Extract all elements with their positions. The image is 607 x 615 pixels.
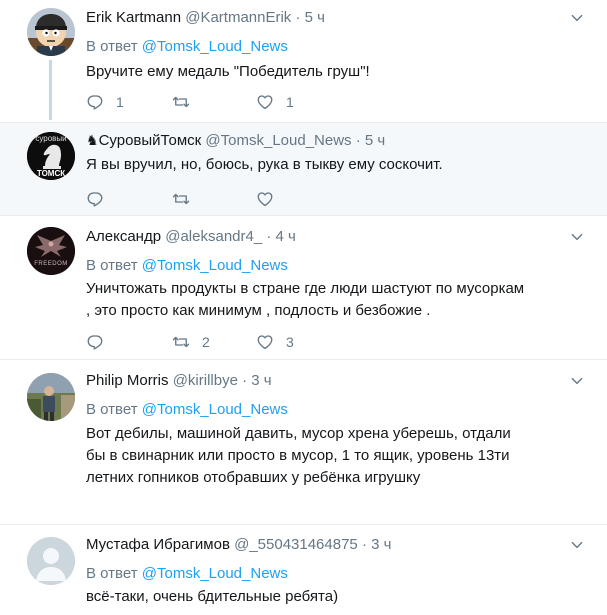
user-name[interactable]: СуровыйТомск (99, 132, 202, 149)
separator-dot: · (361, 536, 367, 553)
reply-prefix: В ответ (86, 257, 138, 274)
user-handle[interactable]: @Tomsk_Loud_News (205, 132, 351, 149)
tweet-text: Вот дебилы, машиной давить, мусор хрена … (86, 423, 586, 489)
chevron-down-icon[interactable] (570, 11, 584, 25)
tweet-text-line: Я вы вручил, но, боюсь, рука в тыкву ему… (86, 156, 443, 173)
tweet-erik-kartmann[interactable]: Erik Kartmann @KartmannErik · 5 ч В отве… (0, 0, 607, 122)
reply-button[interactable]: 1 (86, 92, 124, 112)
chevron-down-icon[interactable] (570, 374, 584, 388)
user-handle[interactable]: @KartmannErik (185, 9, 291, 26)
avatar-aleksandr[interactable]: FREEDOM (27, 227, 75, 275)
reply-mention-link[interactable]: @Tomsk_Loud_News (142, 257, 288, 274)
retweet-icon (172, 190, 190, 208)
reply-prefix: В ответ (86, 401, 138, 418)
retweet-button[interactable] (172, 189, 202, 209)
retweet-button[interactable] (172, 92, 202, 112)
tweet-actions: 1 1 (86, 92, 346, 112)
tweet-text: Я вы вручил, но, боюсь, рука в тыкву ему… (86, 154, 586, 176)
chevron-down-icon[interactable] (570, 538, 584, 552)
retweet-icon (172, 93, 190, 111)
avatar-text-bottom: ТОМСК (36, 169, 66, 178)
like-count: 3 (286, 334, 294, 350)
separator-dot: · (295, 9, 301, 26)
like-icon (256, 333, 274, 351)
user-handle[interactable]: @aleksandr4_ (165, 228, 262, 245)
reply-icon (86, 333, 104, 351)
cartman-avatar-image (27, 8, 75, 56)
timestamp[interactable]: 5 ч (365, 132, 385, 149)
reply-prefix: В ответ (86, 38, 138, 55)
reply-button[interactable] (86, 332, 116, 352)
default-egg-avatar (27, 537, 75, 585)
tweet-philip-morris[interactable]: Philip Morris @kirillbye · 3 ч В ответ @… (0, 360, 607, 524)
tweet-text-line: летних гопников отобравших у ребёнка игр… (86, 469, 421, 486)
knight-emoji-icon: ♞ (86, 132, 99, 148)
tweet-aleksandr[interactable]: FREEDOM Александр @aleksandr4_ · 4 ч В о… (0, 216, 607, 359)
like-button[interactable]: 3 (256, 332, 294, 352)
tweet-text-line: Вот дебилы, машиной давить, мусор хрена … (86, 425, 511, 442)
retweet-button[interactable]: 2 (172, 332, 210, 352)
reply-mention-link[interactable]: @Tomsk_Loud_News (142, 38, 288, 55)
user-photo-avatar (27, 373, 75, 421)
avatar-erik-kartmann[interactable] (27, 8, 75, 56)
tweet-text: всё-таки, очень бдительные ребята) (86, 586, 586, 608)
tweet-header: Мустафа Ибрагимов @_550431464875 · 3 ч (86, 535, 391, 554)
timestamp[interactable]: 3 ч (371, 536, 391, 553)
timestamp[interactable]: 3 ч (251, 372, 271, 389)
like-icon (256, 190, 274, 208)
reply-count: 1 (116, 94, 124, 110)
reply-context: В ответ @Tomsk_Loud_News (86, 564, 288, 583)
reply-prefix: В ответ (86, 565, 138, 582)
user-name[interactable]: Александр (86, 228, 161, 245)
chevron-down-icon[interactable] (570, 230, 584, 244)
tweet-text: Вручите ему медаль "Победитель груш"! (86, 61, 586, 83)
reply-context: В ответ @Tomsk_Loud_News (86, 37, 288, 56)
separator-dot: · (355, 132, 361, 149)
like-count: 1 (286, 94, 294, 110)
like-button[interactable] (256, 189, 286, 209)
tweet-actions: 2 3 (86, 332, 346, 352)
user-name[interactable]: Erik Kartmann (86, 9, 181, 26)
user-handle[interactable]: @_550431464875 (234, 536, 358, 553)
thread-connector-line (49, 60, 52, 120)
tweet-text-line: бы в свинарник или просто в мусор, 1 то … (86, 447, 510, 464)
avatar-text: FREEDOM (34, 261, 68, 267)
tweet-text-line: , это просто как минимум , подлость и бе… (86, 302, 431, 319)
reply-button[interactable] (86, 189, 116, 209)
reply-mention-link[interactable]: @Tomsk_Loud_News (142, 565, 288, 582)
separator-dot: · (242, 372, 248, 389)
tweet-header: ♞СуровыйТомск @Tomsk_Loud_News · 5 ч (86, 131, 385, 150)
timestamp[interactable]: 4 ч (276, 228, 296, 245)
tweet-text-line: Вручите ему медаль "Победитель груш"! (86, 63, 370, 80)
avatar-suroviy-tomsk[interactable]: суровый ТОМСК (27, 132, 75, 180)
reply-context: В ответ @Tomsk_Loud_News (86, 256, 288, 275)
tweet-header: Александр @aleksandr4_ · 4 ч (86, 227, 296, 246)
tweet-actions (86, 189, 346, 209)
user-name[interactable]: Philip Morris (86, 372, 169, 389)
tweet-mustafa-ibragimov[interactable]: Мустафа Ибрагимов @_550431464875 · 3 ч В… (0, 525, 607, 615)
eagle-freedom-logo (27, 227, 75, 275)
reply-context: В ответ @Tomsk_Loud_News (86, 400, 288, 419)
avatar-philip-morris[interactable] (27, 373, 75, 421)
like-button[interactable]: 1 (256, 92, 294, 112)
retweet-count: 2 (202, 334, 210, 350)
reply-icon (86, 93, 104, 111)
tweet-header: Philip Morris @kirillbye · 3 ч (86, 371, 272, 390)
tweet-text: Уничтожать продукты в стране где люди ша… (86, 278, 586, 322)
user-handle[interactable]: @kirillbye (173, 372, 238, 389)
user-name[interactable]: Мустафа Ибрагимов (86, 536, 230, 553)
tweet-header: Erik Kartmann @KartmannErik · 5 ч (86, 8, 325, 27)
tweet-suroviy-tomsk[interactable]: суровый ТОМСК ♞СуровыйТомск @Tomsk_Loud_… (0, 123, 607, 215)
tweet-text-line: всё-таки, очень бдительные ребята) (86, 588, 339, 605)
reply-icon (86, 190, 104, 208)
like-icon (256, 93, 274, 111)
avatar-text-top: суровый (35, 134, 67, 143)
timestamp[interactable]: 5 ч (305, 9, 325, 26)
tweet-text-line: Уничтожать продукты в стране где люди ша… (86, 280, 525, 297)
retweet-icon (172, 333, 190, 351)
avatar-mustafa-ibragimov[interactable] (27, 537, 75, 585)
separator-dot: · (266, 228, 272, 245)
reply-mention-link[interactable]: @Tomsk_Loud_News (142, 401, 288, 418)
